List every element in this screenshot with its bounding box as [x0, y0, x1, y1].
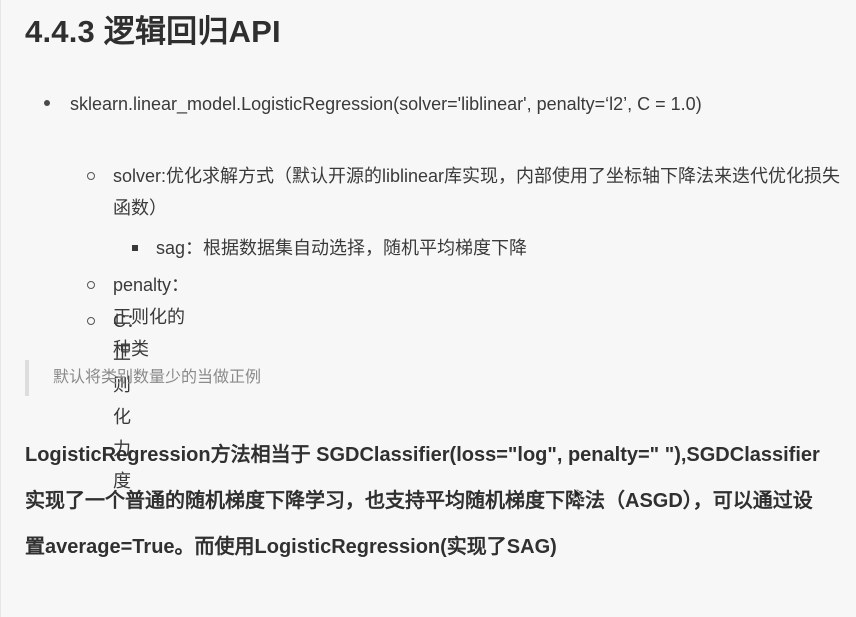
section-heading: 4.4.3 逻辑回归API — [25, 14, 281, 49]
bullet-dot-icon — [44, 100, 50, 106]
circle-bullet-icon — [87, 317, 95, 325]
mouse-cursor-icon — [573, 487, 583, 503]
explanation-paragraph: LogisticRegression方法相当于 SGDClassifier(lo… — [25, 444, 820, 558]
circle-bullet-icon — [87, 172, 95, 180]
document-page: 4.4.3 逻辑回归API sklearn.linear_model.Logis… — [0, 0, 856, 617]
square-bullet-icon — [132, 245, 138, 251]
solver-option-sag: sag：根据数据集自动选择，随机平均梯度下降 — [156, 238, 528, 258]
note-quote-bar — [25, 360, 29, 396]
param-solver: solver:优化求解方式（默认开源的liblinear库实现，内部使用了坐标轴… — [113, 166, 841, 218]
note-text: 默认将类别数量少的当做正例 — [53, 369, 262, 386]
api-signature: sklearn.linear_model.LogisticRegression(… — [70, 94, 702, 114]
circle-bullet-icon — [87, 281, 95, 289]
